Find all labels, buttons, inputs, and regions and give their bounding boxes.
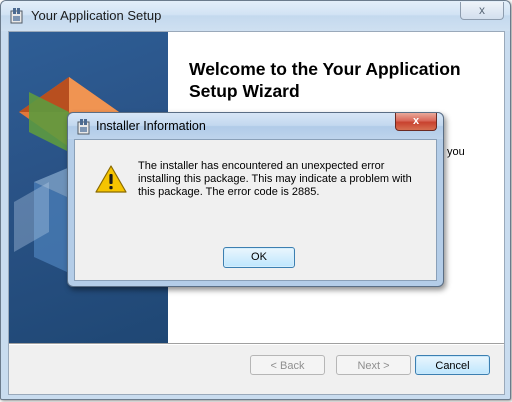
ok-button[interactable]: OK xyxy=(223,247,295,268)
welcome-heading: Welcome to the Your Application Setup Wi… xyxy=(189,59,461,101)
next-button[interactable]: Next > xyxy=(336,355,411,375)
error-message: The installer has encountered an unexpec… xyxy=(138,160,412,198)
warning-icon xyxy=(95,165,127,193)
dialog-close-button[interactable]: x xyxy=(395,113,437,131)
partial-description-text: you xyxy=(447,146,465,158)
title-bar: Your Application Setup x xyxy=(1,1,510,31)
cancel-button[interactable]: Cancel xyxy=(415,355,490,375)
dialog-title-bar: Installer Information x xyxy=(68,113,443,139)
installer-icon xyxy=(77,119,90,135)
dialog-title: Installer Information xyxy=(96,119,206,133)
dialog-body: The installer has encountered an unexpec… xyxy=(74,139,437,281)
installer-information-dialog: Installer Information x The installer ha… xyxy=(67,112,444,287)
button-separator xyxy=(9,343,504,345)
back-button[interactable]: < Back xyxy=(250,355,325,375)
window-title: Your Application Setup xyxy=(31,8,162,23)
installer-icon xyxy=(10,8,23,24)
window-close-button[interactable]: x xyxy=(460,2,504,20)
